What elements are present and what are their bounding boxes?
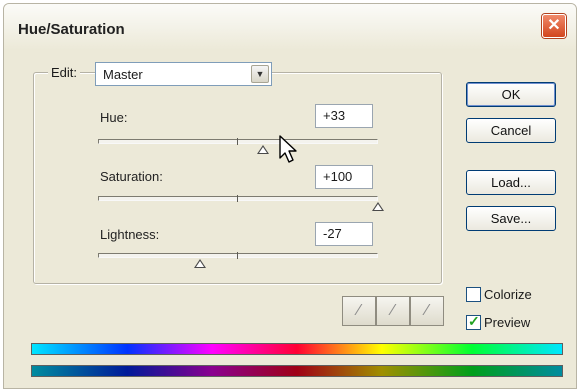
saturation-label: Saturation: — [100, 169, 163, 184]
checkmark-icon: ✓ — [468, 313, 480, 329]
eyedropper-plus-icon[interactable]: ⁄ — [376, 296, 410, 326]
hue-input[interactable]: +33 — [315, 104, 373, 128]
ok-button[interactable]: OK — [466, 82, 556, 107]
colorize-option[interactable]: Colorize — [466, 287, 532, 302]
lightness-input[interactable]: -27 — [315, 222, 373, 246]
lightness-slider-thumb[interactable] — [194, 259, 207, 268]
edit-channel-value: Master — [103, 67, 143, 82]
chevron-down-icon[interactable]: ▼ — [251, 65, 269, 83]
preview-option[interactable]: ✓ Preview — [466, 313, 531, 330]
dialog-title: Hue/Saturation — [18, 21, 125, 38]
colorize-label: Colorize — [484, 287, 532, 302]
hue-slider-thumb[interactable] — [257, 145, 270, 154]
edit-label: Edit: — [48, 65, 81, 80]
cancel-button[interactable]: Cancel — [466, 118, 556, 143]
saturation-input[interactable]: +100 — [315, 165, 373, 189]
saturation-slider-center-tick — [237, 195, 238, 202]
hue-slider-center-tick — [237, 138, 238, 145]
edit-channel-dropdown[interactable]: Master ▼ — [95, 62, 272, 86]
preview-label: Preview — [484, 315, 531, 330]
title-bar: Hue/Saturation ✕ — [4, 4, 576, 50]
saturation-slider-thumb[interactable] — [372, 202, 384, 211]
save-button[interactable]: Save... — [466, 206, 556, 231]
close-button[interactable]: ✕ — [542, 14, 566, 38]
lightness-slider-track[interactable] — [98, 252, 378, 259]
colorize-checkbox[interactable] — [466, 287, 481, 302]
load-button[interactable]: Load... — [466, 170, 556, 195]
hue-label: Hue: — [100, 110, 128, 125]
preview-checkbox[interactable]: ✓ — [466, 313, 481, 330]
lightness-slider-center-tick — [237, 252, 238, 259]
eyedropper-tools: ⁄ ⁄ ⁄ — [342, 296, 444, 326]
close-icon: ✕ — [547, 17, 561, 34]
eyedropper-minus-icon[interactable]: ⁄ — [410, 296, 444, 326]
input-color-spectrum — [31, 343, 563, 355]
mouse-cursor-icon — [279, 135, 297, 163]
eyedropper-icon[interactable]: ⁄ — [342, 296, 376, 326]
saturation-slider-track[interactable] — [98, 195, 378, 202]
output-color-spectrum — [31, 365, 563, 377]
hue-slider-track[interactable] — [98, 138, 378, 145]
lightness-label: Lightness: — [100, 227, 160, 242]
